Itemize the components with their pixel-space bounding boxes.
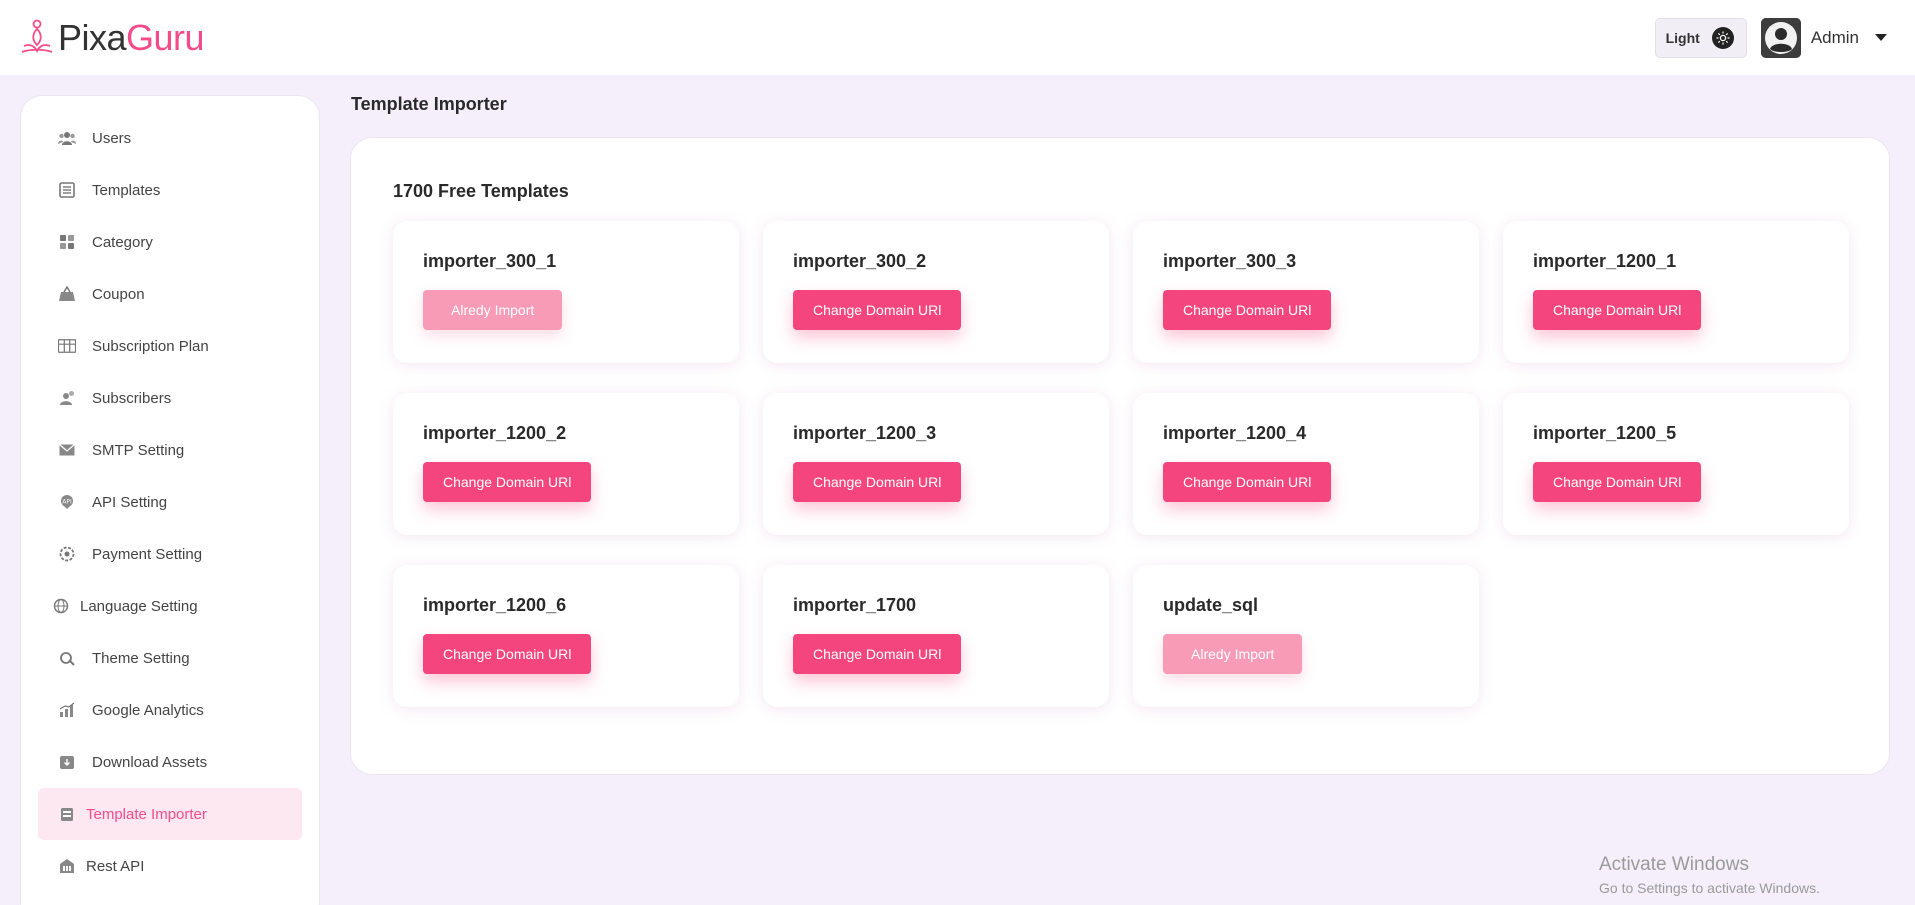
sidebar-item-label: Users bbox=[92, 129, 132, 147]
template-card-title: importer_1200_2 bbox=[423, 423, 567, 443]
template-card: importer_300_2 Change Domain URl bbox=[763, 221, 1109, 363]
change-domain-url-button[interactable]: Change Domain URl bbox=[1533, 462, 1702, 502]
user-menu[interactable]: Admin bbox=[1760, 17, 1887, 58]
change-domain-url-button[interactable]: Change Domain URl bbox=[423, 634, 592, 674]
top-header: PixaGuru Light Admin bbox=[0, 0, 1915, 75]
change-domain-url-button[interactable]: Change Domain URl bbox=[423, 462, 592, 502]
template-card: importer_1200_4 Change Domain URl bbox=[1133, 393, 1479, 535]
sidebar: Users Templates Category Coupon Subscrip… bbox=[20, 95, 320, 905]
language-icon bbox=[52, 597, 70, 615]
change-domain-url-button[interactable]: Change Domain URl bbox=[1163, 462, 1332, 502]
sidebar-item-download-assets[interactable]: Download Assets bbox=[38, 736, 302, 788]
theme-toggle-button[interactable]: Light bbox=[1654, 17, 1747, 58]
sidebar-item-label: Coupon bbox=[92, 285, 145, 303]
coupon-icon bbox=[58, 285, 76, 303]
template-card-title: importer_1700 bbox=[793, 595, 917, 615]
already-imported-button[interactable]: Alredy Import bbox=[1163, 634, 1303, 674]
sidebar-item-subscription-plan[interactable]: Subscription Plan bbox=[38, 320, 302, 372]
templates-icon bbox=[58, 181, 76, 199]
template-grid: importer_300_1 Alredy Import importer_30… bbox=[393, 221, 1849, 707]
sidebar-item-label: Rest API bbox=[86, 857, 145, 875]
sidebar-item-rest-api[interactable]: Rest API bbox=[38, 840, 302, 892]
sidebar-item-templates[interactable]: Templates bbox=[38, 164, 302, 216]
sidebar-item-coupon[interactable]: Coupon bbox=[38, 268, 302, 320]
template-card-title: importer_300_2 bbox=[793, 251, 927, 271]
panel-heading: 1700 Free Templates bbox=[393, 181, 569, 201]
theme-icon bbox=[58, 649, 76, 667]
template-card: importer_1200_6 Change Domain URl bbox=[393, 565, 739, 707]
sidebar-item-label: API Setting bbox=[92, 493, 168, 511]
template-card: importer_1200_1 Change Domain URl bbox=[1503, 221, 1849, 363]
page-title: Template Importer bbox=[351, 94, 507, 114]
watermark-subtitle: Go to Settings to activate Windows. bbox=[1599, 880, 1820, 896]
api-icon: API bbox=[58, 493, 76, 511]
template-card-title: importer_1200_3 bbox=[793, 423, 937, 443]
sidebar-item-api-setting[interactable]: API API Setting bbox=[38, 476, 302, 528]
sidebar-item-label: Subscription Plan bbox=[92, 337, 209, 355]
template-card: importer_1200_2 Change Domain URl bbox=[393, 393, 739, 535]
template-card-title: importer_300_1 bbox=[423, 251, 557, 271]
brand-name: PixaGuru bbox=[58, 16, 205, 58]
sidebar-item-label: Subscribers bbox=[92, 389, 172, 407]
template-card: update_sql Alredy Import bbox=[1133, 565, 1479, 707]
importer-icon bbox=[58, 805, 76, 823]
sidebar-item-theme-setting[interactable]: Theme Setting bbox=[38, 632, 302, 684]
sidebar-item-label: Language Setting bbox=[80, 597, 198, 615]
mail-icon bbox=[58, 441, 76, 459]
activate-windows-watermark: Activate Windows Go to Settings to activ… bbox=[1599, 854, 1820, 896]
sidebar-item-label: Google Analytics bbox=[92, 701, 204, 719]
template-card: importer_300_1 Alredy Import bbox=[393, 221, 739, 363]
template-card-title: importer_1200_6 bbox=[423, 595, 567, 615]
sun-icon bbox=[1711, 26, 1734, 49]
svg-text:API: API bbox=[62, 499, 72, 506]
brand-logo[interactable]: PixaGuru bbox=[20, 16, 205, 58]
template-card: importer_1200_3 Change Domain URl bbox=[763, 393, 1109, 535]
avatar bbox=[1760, 17, 1801, 58]
rest-api-icon bbox=[58, 857, 76, 875]
template-card-title: importer_1200_4 bbox=[1163, 423, 1307, 443]
sidebar-item-google-analytics[interactable]: Google Analytics bbox=[38, 684, 302, 736]
template-card: importer_1200_5 Change Domain URl bbox=[1503, 393, 1849, 535]
change-domain-url-button[interactable]: Change Domain URl bbox=[1533, 290, 1702, 330]
change-domain-url-button[interactable]: Change Domain URl bbox=[793, 634, 962, 674]
sidebar-item-smtp-setting[interactable]: SMTP Setting bbox=[38, 424, 302, 476]
users-icon bbox=[58, 129, 76, 147]
sidebar-item-payment-setting[interactable]: Payment Setting bbox=[38, 528, 302, 580]
sidebar-item-label: Templates bbox=[92, 181, 161, 199]
category-icon bbox=[58, 233, 76, 251]
chevron-down-icon bbox=[1875, 34, 1887, 41]
download-icon bbox=[58, 753, 76, 771]
sidebar-item-users[interactable]: Users bbox=[38, 112, 302, 164]
sidebar-item-label: Download Assets bbox=[92, 753, 208, 771]
payment-icon bbox=[58, 545, 76, 563]
sidebar-item-subscribers[interactable]: Subscribers bbox=[38, 372, 302, 424]
lotus-logo-icon bbox=[20, 18, 54, 58]
template-card: importer_1700 Change Domain URl bbox=[763, 565, 1109, 707]
user-name: Admin bbox=[1810, 27, 1859, 47]
sidebar-item-language-setting[interactable]: Language Setting bbox=[38, 580, 302, 632]
sidebar-item-label: Category bbox=[92, 233, 153, 251]
theme-toggle-label: Light bbox=[1665, 29, 1700, 46]
subscription-icon bbox=[58, 337, 76, 355]
sidebar-item-label: Template Importer bbox=[86, 805, 207, 823]
template-card-title: importer_300_3 bbox=[1163, 251, 1297, 271]
template-importer-panel: 1700 Free Templates importer_300_1 Alred… bbox=[350, 137, 1890, 775]
sidebar-item-label: Payment Setting bbox=[92, 545, 203, 563]
template-card-title: importer_1200_1 bbox=[1533, 251, 1677, 271]
change-domain-url-button[interactable]: Change Domain URl bbox=[793, 290, 962, 330]
sidebar-item-label: Theme Setting bbox=[92, 649, 190, 667]
already-imported-button[interactable]: Alredy Import bbox=[423, 290, 563, 330]
sidebar-item-label: SMTP Setting bbox=[92, 441, 185, 459]
analytics-icon bbox=[58, 701, 76, 719]
change-domain-url-button[interactable]: Change Domain URl bbox=[1163, 290, 1332, 330]
watermark-title: Activate Windows bbox=[1599, 854, 1749, 875]
sidebar-item-template-importer[interactable]: Template Importer bbox=[38, 788, 302, 840]
subscribers-icon bbox=[58, 389, 76, 407]
template-card-title: update_sql bbox=[1163, 595, 1259, 615]
template-card: importer_300_3 Change Domain URl bbox=[1133, 221, 1479, 363]
sidebar-item-category[interactable]: Category bbox=[38, 216, 302, 268]
template-card-title: importer_1200_5 bbox=[1533, 423, 1677, 443]
change-domain-url-button[interactable]: Change Domain URl bbox=[793, 462, 962, 502]
